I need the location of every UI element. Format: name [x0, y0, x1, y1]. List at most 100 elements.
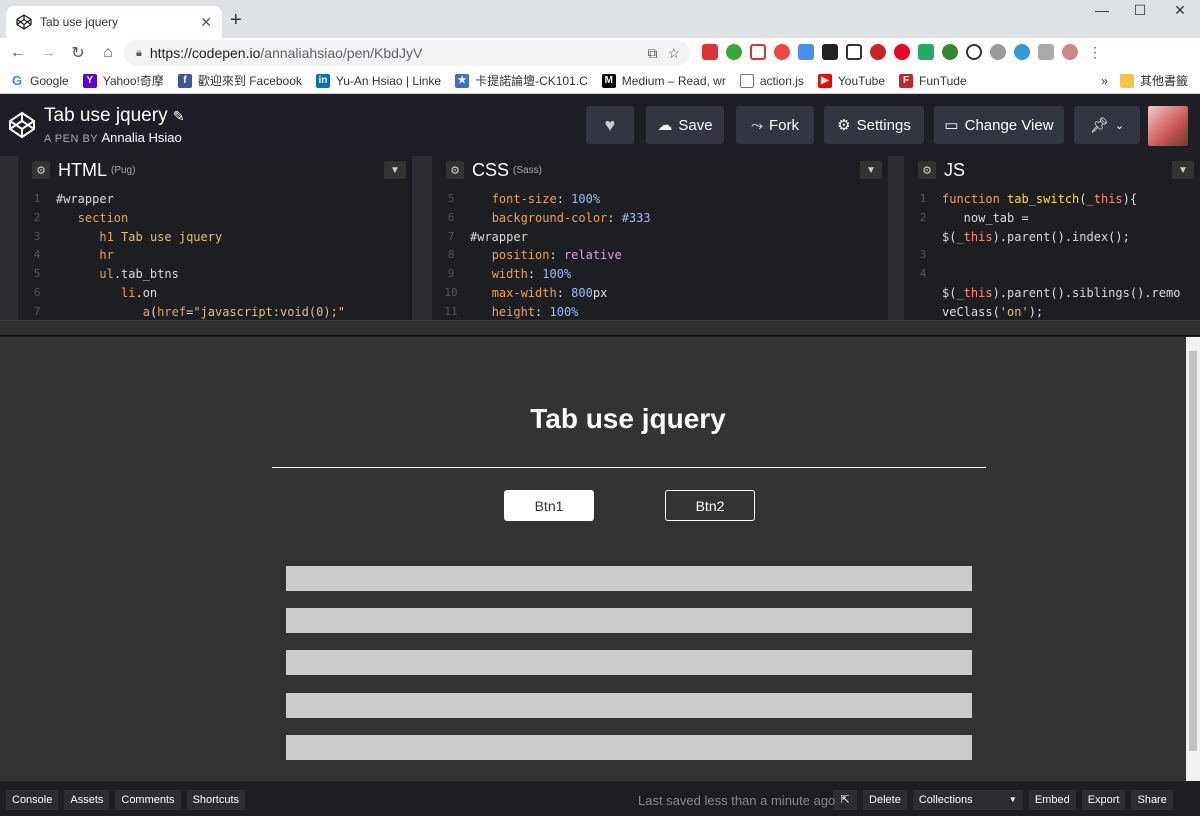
preview-scrollbar[interactable]: [1186, 337, 1200, 781]
bookmark-item[interactable]: ▶ YouTube: [817, 73, 885, 88]
evernote-icon[interactable]: [918, 44, 934, 60]
gear-icon[interactable]: ⚙: [446, 161, 464, 179]
bookmark-item[interactable]: ★ 卡提諾論壇-CK101.C: [455, 72, 588, 89]
gear-icon[interactable]: ⚙: [918, 161, 936, 179]
pen-author: A PEN BY Annalia Hsiao: [44, 130, 182, 145]
new-tab-icon[interactable]: +: [230, 9, 242, 32]
delete-button[interactable]: Delete: [863, 789, 907, 810]
open-external-icon[interactable]: ⇱: [833, 789, 858, 810]
back-icon[interactable]: ←: [6, 44, 30, 62]
browser-tab-title: Tab use jquery: [40, 15, 119, 29]
maximize-icon[interactable]: ☐: [1120, 2, 1160, 19]
author-link[interactable]: Annalia Hsiao: [102, 130, 182, 145]
folder-icon: [1119, 73, 1134, 88]
css-title: CSS: [472, 159, 510, 180]
google-icon: G: [11, 73, 23, 88]
extension-icon[interactable]: [726, 44, 742, 60]
bookmark-item[interactable]: Y Yahoo!奇摩: [82, 72, 164, 89]
bookmark-item[interactable]: M Medium – Read, wr: [601, 73, 726, 88]
shortcuts-button[interactable]: Shortcuts: [186, 789, 246, 810]
comments-button[interactable]: Comments: [115, 789, 181, 810]
extension-icon[interactable]: [1038, 44, 1054, 60]
chevron-down-icon[interactable]: ▼: [1172, 161, 1194, 179]
extension-icon[interactable]: [966, 44, 982, 60]
bookmark-item[interactable]: action.js: [739, 73, 804, 88]
user-avatar[interactable]: [1148, 106, 1188, 146]
cloud-icon[interactable]: [1014, 44, 1030, 60]
heart-button[interactable]: ♥: [586, 106, 634, 144]
code-area[interactable]: 5 font-size: 100% 6 background-color: #3…: [432, 190, 888, 320]
resize-divider[interactable]: [0, 320, 1200, 336]
more-bookmarks-button[interactable]: »: [1101, 74, 1108, 88]
adblock-icon[interactable]: [870, 44, 886, 60]
codepen-logo-icon[interactable]: [8, 111, 36, 139]
gear-icon[interactable]: ⚙: [32, 161, 50, 179]
bookmark-item[interactable]: f 歡迎來到 Facebook: [177, 72, 302, 89]
minimize-icon[interactable]: —: [1082, 2, 1122, 18]
extension-icon[interactable]: [990, 44, 1006, 60]
code-area[interactable]: 1 function tab_switch(_this){ 2 now_tab =…: [904, 190, 1200, 320]
fork-icon: ⤳: [750, 116, 763, 134]
pin-button[interactable]: 📌︎ ⌄: [1074, 106, 1140, 144]
screenshot-icon[interactable]: [846, 44, 862, 60]
js-editor[interactable]: ⚙ JS ▼ 1 function tab_switch(_this){ 2 no…: [904, 156, 1200, 320]
menu-icon[interactable]: ⋮: [1088, 44, 1102, 60]
bookmark-item[interactable]: G Google: [10, 73, 69, 88]
gmail-icon[interactable]: [750, 44, 766, 60]
assets-button[interactable]: Assets: [64, 789, 110, 810]
reload-icon[interactable]: ↻: [66, 43, 90, 63]
console-button[interactable]: Console: [6, 789, 59, 810]
css-editor[interactable]: ⚙ CSS (Sass) ▼ 5 font-size: 100% 6 backg…: [432, 156, 888, 320]
share-button[interactable]: Share: [1131, 789, 1173, 810]
chevron-down-icon[interactable]: ▼: [384, 161, 406, 179]
browser-tab[interactable]: Tab use jquery ✕: [6, 6, 222, 38]
browser-toolbar: ← → ↻ ⌂ 🔒︎ https://codepen.io/annaliahsi…: [0, 38, 1200, 68]
html-editor[interactable]: ⚙ HTML (Pug) ▼ 1 #wrapper 2 section 3 h1 …: [18, 156, 412, 320]
cloud-icon: ☁: [657, 117, 673, 134]
change-view-button[interactable]: ▭ Change View: [934, 106, 1064, 144]
extension-icon[interactable]: [774, 44, 790, 60]
extension-icon[interactable]: [822, 44, 838, 60]
code-area[interactable]: 1 #wrapper 2 section 3 h1 Tab use jquery …: [18, 190, 412, 320]
pin-icon: 📌︎: [1089, 117, 1109, 134]
pane-border[interactable]: [412, 156, 432, 320]
chevron-down-icon[interactable]: ▼: [860, 161, 882, 179]
html-editor-header: ⚙ HTML (Pug) ▼: [18, 156, 412, 184]
fork-button[interactable]: ⤳ Fork: [736, 106, 814, 144]
css-editor-header: ⚙ CSS (Sass) ▼: [432, 156, 888, 184]
scrollbar-thumb[interactable]: [1189, 351, 1197, 751]
yahoo-icon: Y: [82, 73, 97, 88]
extension-icon[interactable]: [702, 44, 718, 60]
home-icon[interactable]: ⌂: [96, 44, 120, 62]
embed-button[interactable]: Embed: [1028, 789, 1076, 810]
close-tab-icon[interactable]: ✕: [200, 14, 212, 31]
address-bar[interactable]: 🔒︎ https://codepen.io/annaliahsiao/pen/K…: [124, 40, 690, 66]
other-bookmarks[interactable]: 其他書籤: [1119, 72, 1188, 89]
translate-extension-icon[interactable]: [798, 44, 814, 60]
bookmark-star-icon[interactable]: ☆: [667, 45, 680, 62]
btn2-button[interactable]: Btn2: [665, 490, 755, 521]
content-bar: [286, 693, 972, 718]
translate-icon[interactable]: ⧉: [647, 45, 657, 62]
content-bar: [286, 650, 972, 675]
window-close-icon[interactable]: ✕: [1160, 2, 1200, 19]
export-button[interactable]: Export: [1081, 789, 1126, 810]
extension-icon[interactable]: [942, 44, 958, 60]
btn1-button[interactable]: Btn1: [504, 490, 594, 521]
settings-button[interactable]: ⚙ Settings: [824, 106, 924, 144]
profile-avatar-icon[interactable]: [1062, 44, 1078, 60]
bottom-bar: Console Assets Comments Shortcuts ⇱ Dele…: [0, 783, 1200, 816]
bookmark-item[interactable]: F FunTude: [899, 73, 967, 88]
css-preprocessor: (Sass): [513, 164, 542, 176]
forward-icon[interactable]: →: [36, 44, 60, 62]
save-button[interactable]: ☁ Save: [646, 106, 724, 144]
collections-dropdown[interactable]: Collections ▼: [912, 789, 1023, 810]
bookmark-item[interactable]: in Yu-An Hsiao | Linke: [315, 73, 441, 88]
codepen-header: Tab use jquery ✎ A PEN BY Annalia Hsiao …: [0, 95, 1200, 155]
pen-title[interactable]: Tab use jquery ✎: [44, 105, 185, 127]
edit-pencil-icon[interactable]: ✎: [173, 108, 185, 124]
pane-border[interactable]: [888, 156, 904, 320]
content-bar: [286, 735, 972, 760]
html-title: HTML: [58, 159, 107, 180]
extension-icon[interactable]: [894, 44, 910, 60]
